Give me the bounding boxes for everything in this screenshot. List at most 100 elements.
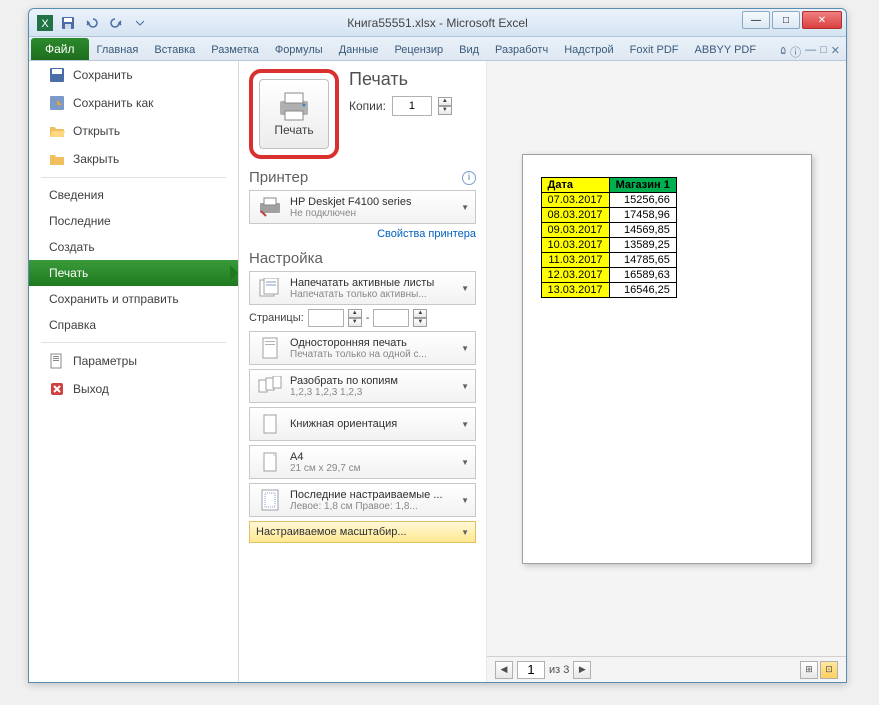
copies-down-button[interactable]: ▼ — [438, 106, 452, 115]
preview-footer: ◀ из 3 ▶ ⊞ ⊡ — [487, 656, 846, 682]
tab-developer[interactable]: Разработч — [487, 40, 556, 60]
duplex-sub: Печатать только на одной с... — [290, 349, 455, 360]
orientation-select[interactable]: Книжная ориентация ▼ — [249, 407, 476, 441]
chevron-down-icon: ▼ — [461, 203, 469, 212]
margins-icon — [256, 488, 284, 512]
tab-addins[interactable]: Надстрой — [556, 40, 621, 60]
page-from-spinner: ▲▼ — [348, 309, 362, 327]
nav-send[interactable]: Сохранить и отправить — [29, 286, 238, 312]
print-button[interactable]: Печать — [259, 79, 329, 149]
printer-info-button[interactable]: i — [462, 171, 476, 185]
undo-button[interactable] — [81, 12, 103, 34]
print-button-highlight: Печать — [249, 69, 339, 159]
table-row: 08.03.201717458,96 — [541, 207, 676, 222]
chevron-down-icon: ▼ — [461, 420, 469, 429]
copies-input[interactable] — [392, 96, 432, 116]
table-row: 10.03.201713589,25 — [541, 237, 676, 252]
page-from-input[interactable] — [308, 309, 344, 327]
show-margins-button[interactable]: ⊞ — [800, 661, 818, 679]
portrait-icon — [256, 412, 284, 436]
page-icon — [256, 336, 284, 360]
tab-abbyy[interactable]: ABBYY PDF — [687, 40, 765, 60]
tab-home[interactable]: Главная — [89, 40, 147, 60]
print-what-label: Напечатать активные листы — [290, 277, 455, 289]
collate-label: Разобрать по копиям — [290, 375, 455, 387]
collate-select[interactable]: Разобрать по копиям 1,2,3 1,2,3 1,2,3 ▼ — [249, 369, 476, 403]
window-buttons: — □ ✕ — [742, 11, 842, 29]
minimize-button[interactable]: — — [742, 11, 770, 29]
nav-options[interactable]: Параметры — [29, 347, 238, 375]
header-shop: Магазин 1 — [609, 177, 676, 192]
tab-review[interactable]: Рецензир — [386, 40, 451, 60]
prev-page-button[interactable]: ◀ — [495, 661, 513, 679]
down-button[interactable]: ▼ — [413, 318, 427, 327]
chevron-down-icon: ▼ — [461, 496, 469, 505]
nav-exit-label: Выход — [73, 382, 109, 396]
printer-properties-link[interactable]: Свойства принтера — [249, 228, 476, 240]
scaling-select[interactable]: Настраиваемое масштабир... ▼ — [249, 521, 476, 543]
printer-section-label: Принтер — [249, 169, 308, 186]
ribbon-minimize-button[interactable]: ۵ — [780, 44, 786, 60]
tab-insert[interactable]: Вставка — [146, 40, 203, 60]
copies-up-button[interactable]: ▲ — [438, 97, 452, 106]
tab-foxit[interactable]: Foxit PDF — [622, 40, 687, 60]
tab-data[interactable]: Данные — [331, 40, 387, 60]
nav-new[interactable]: Создать — [29, 234, 238, 260]
nav-print[interactable]: Печать — [29, 260, 238, 286]
nav-close[interactable]: Закрыть — [29, 145, 238, 173]
mdi-close-button[interactable]: ✕ — [831, 44, 840, 60]
close-button[interactable]: ✕ — [802, 11, 842, 29]
orientation-label: Книжная ориентация — [290, 418, 455, 430]
redo-button[interactable] — [105, 12, 127, 34]
nav-new-label: Создать — [49, 240, 95, 254]
nav-recent-label: Последние — [49, 214, 111, 228]
up-button[interactable]: ▲ — [348, 309, 362, 318]
save-button[interactable] — [57, 12, 79, 34]
page-size-icon — [256, 450, 284, 474]
maximize-button[interactable]: □ — [772, 11, 800, 29]
margins-select[interactable]: Последние настраиваемые ... Левое: 1,8 с… — [249, 483, 476, 517]
down-button[interactable]: ▼ — [348, 318, 362, 327]
nav-saveas[interactable]: Сохранить как — [29, 89, 238, 117]
print-settings-panel: Печать Печать Копии: ▲ ▼ При — [239, 61, 487, 682]
save-icon — [49, 67, 65, 83]
nav-save-label: Сохранить — [73, 68, 133, 82]
nav-print-label: Печать — [49, 266, 88, 280]
chevron-down-icon: ▼ — [461, 284, 469, 293]
collate-sub: 1,2,3 1,2,3 1,2,3 — [290, 387, 455, 398]
titlebar: X Книга55551.xlsx - Microsoft Excel — □ … — [29, 9, 846, 37]
next-page-button[interactable]: ▶ — [573, 661, 591, 679]
nav-info[interactable]: Сведения — [29, 182, 238, 208]
paper-size-select[interactable]: A4 21 см x 29,7 см ▼ — [249, 445, 476, 479]
exit-icon — [49, 381, 65, 397]
printer-select[interactable]: HP Deskjet F4100 series Не подключен ▼ — [249, 190, 476, 224]
nav-exit[interactable]: Выход — [29, 375, 238, 403]
tab-formulas[interactable]: Формулы — [267, 40, 331, 60]
page-to-input[interactable] — [373, 309, 409, 327]
printer-status: Не подключен — [290, 208, 455, 219]
tab-file[interactable]: Файл — [31, 38, 89, 60]
mdi-restore-button[interactable]: □ — [820, 44, 827, 60]
table-row: 09.03.201714569,85 — [541, 222, 676, 237]
pages-label: Страницы: — [249, 312, 304, 324]
up-button[interactable]: ▲ — [413, 309, 427, 318]
help-button[interactable]: ⓘ — [790, 44, 801, 60]
zoom-to-page-button[interactable]: ⊡ — [820, 661, 838, 679]
printer-section-title: Принтер i — [249, 169, 476, 186]
paper-size-label: A4 — [290, 451, 455, 463]
qat-customize-button[interactable] — [129, 12, 151, 34]
collate-icon — [256, 374, 284, 398]
print-what-select[interactable]: Напечатать активные листы Напечатать тол… — [249, 271, 476, 305]
page-number-input[interactable] — [517, 661, 545, 679]
printer-icon — [256, 195, 284, 219]
nav-open[interactable]: Открыть — [29, 117, 238, 145]
tab-view[interactable]: Вид — [451, 40, 487, 60]
mdi-minimize-button[interactable]: — — [805, 44, 816, 60]
preview-area: Дата Магазин 1 07.03.201715256,66 08.03.… — [487, 61, 846, 656]
duplex-select[interactable]: Односторонняя печать Печатать только на … — [249, 331, 476, 365]
nav-save[interactable]: Сохранить — [29, 61, 238, 89]
tab-layout[interactable]: Разметка — [203, 40, 267, 60]
table-row: 12.03.201716589,63 — [541, 267, 676, 282]
nav-help[interactable]: Справка — [29, 312, 238, 338]
nav-recent[interactable]: Последние — [29, 208, 238, 234]
